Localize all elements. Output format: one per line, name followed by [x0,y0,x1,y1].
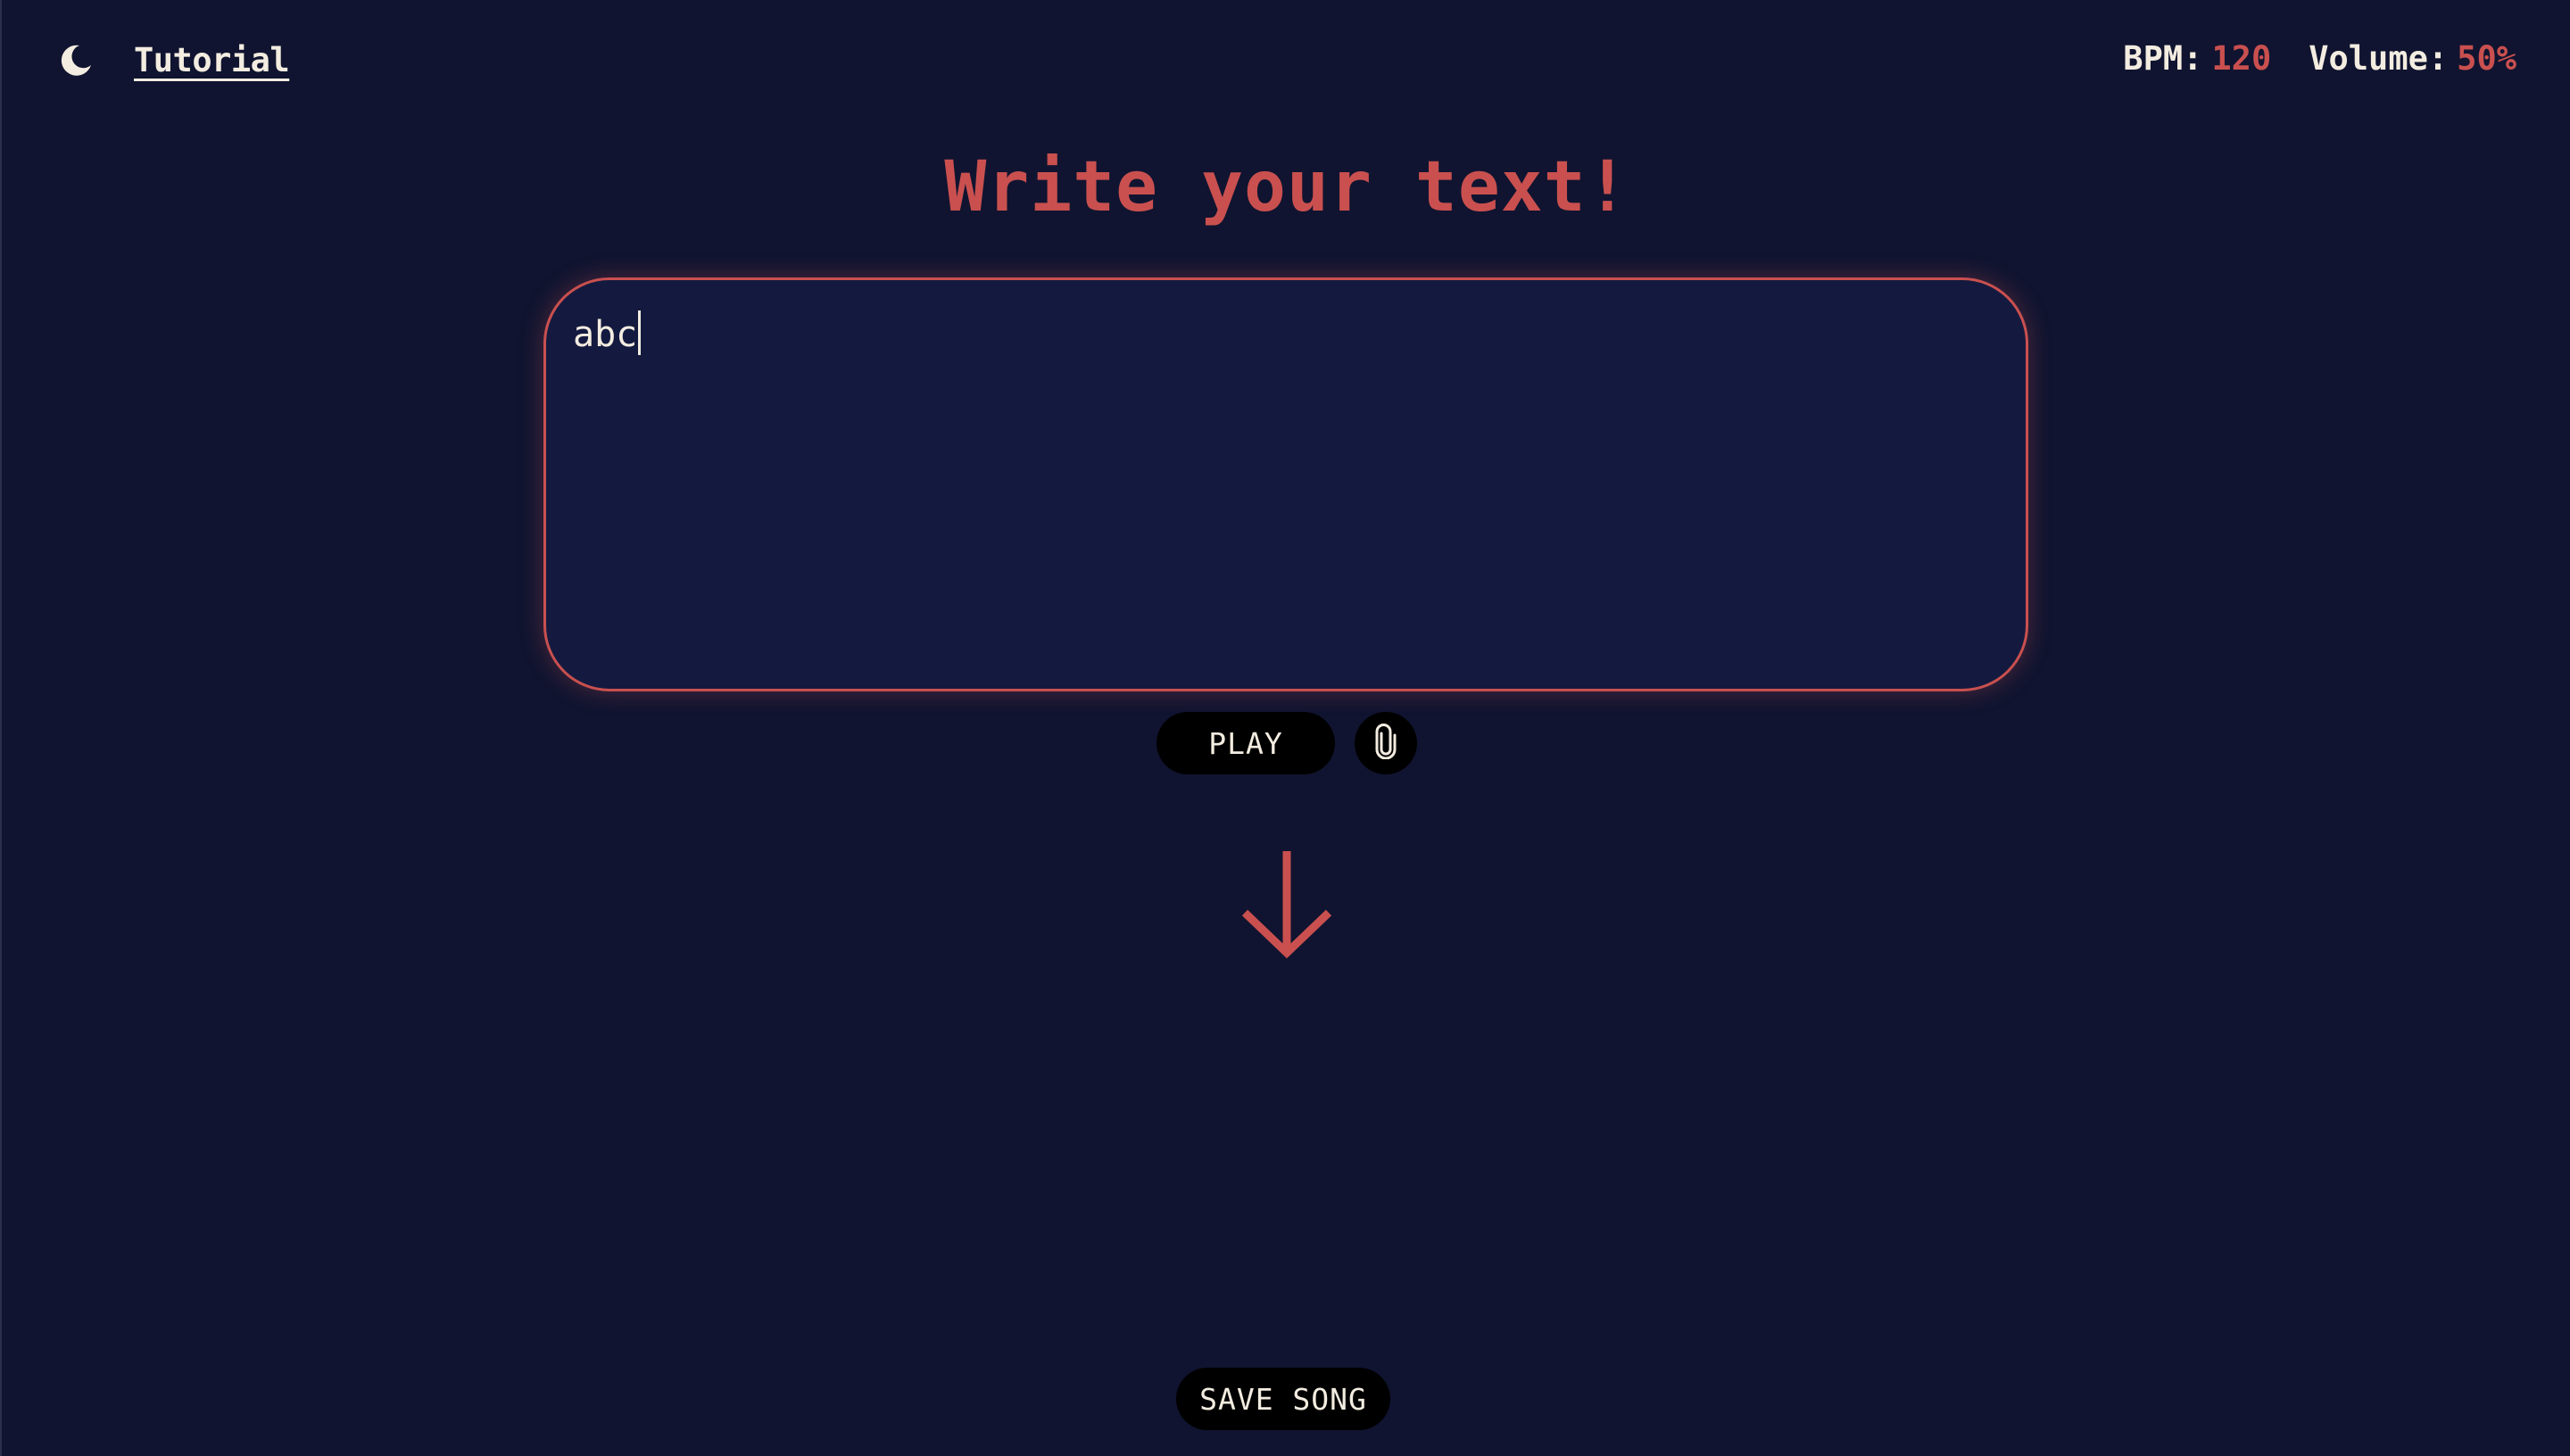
page-title: Write your text! [944,147,1629,228]
header-left: Tutorial [57,41,290,79]
play-button[interactable]: PLAY [1156,712,1335,774]
playback-controls: PLAY [1156,712,1417,774]
text-editor[interactable]: abc [543,277,2028,691]
volume-value[interactable]: 50% [2457,39,2516,78]
tutorial-link[interactable]: Tutorial [134,41,290,79]
editor-text: abc [573,314,638,355]
text-caret [638,310,642,355]
attach-button[interactable] [1355,712,1417,774]
volume-label: Volume: [2309,39,2449,78]
arrow-down-icon [1240,848,1333,960]
bpm-value[interactable]: 120 [2211,39,2271,78]
paperclip-icon [1371,724,1401,763]
moon-icon[interactable] [57,42,95,79]
playback-stats: BPM: 120 Volume: 50% [2123,39,2516,78]
bpm-label: BPM: [2123,39,2203,78]
save-song-button[interactable]: SAVE SONG [1176,1368,1390,1430]
